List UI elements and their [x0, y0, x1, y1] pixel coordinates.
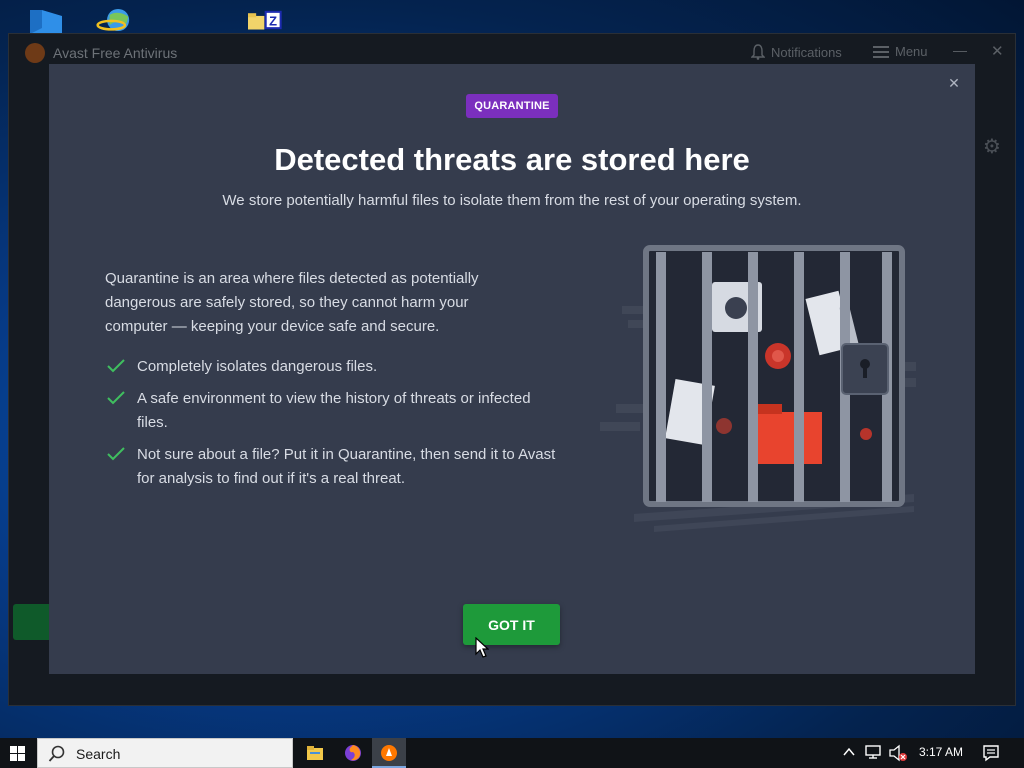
mouse-cursor-icon	[475, 637, 489, 658]
dialog-subtitle: We store potentially harmful files to is…	[222, 192, 802, 209]
notifications-button[interactable]: Notifications	[751, 44, 842, 60]
menu-label: Menu	[895, 44, 928, 59]
minimize-button[interactable]: —	[953, 42, 967, 58]
firefox-icon	[345, 745, 361, 761]
svg-text:Z: Z	[269, 13, 277, 28]
check-icon	[107, 391, 125, 405]
app-primary-button[interactable]	[13, 604, 53, 640]
red-folder	[758, 404, 822, 464]
window-close-button[interactable]: ✕	[991, 42, 1004, 60]
quarantine-jail-illustration	[600, 245, 916, 532]
feature-text: Completely isolates dangerous files.	[137, 358, 378, 375]
feature-item: Not sure about a file? Put it in Quarant…	[105, 443, 565, 491]
windows-logo-icon	[10, 746, 25, 761]
feature-text: Not sure about a file? Put it in Quarant…	[137, 446, 556, 487]
avast-logo-icon	[25, 43, 45, 63]
taskbar: Search 3:17 AM	[0, 738, 1024, 768]
network-icon[interactable]	[864, 744, 882, 760]
start-button[interactable]	[0, 738, 36, 768]
internet-globe-icon[interactable]	[96, 6, 130, 34]
folder-icon[interactable]	[28, 6, 62, 34]
archive-folder-icon[interactable]: Z	[248, 6, 282, 34]
check-icon	[107, 447, 125, 461]
show-hidden-icons-chevron-icon[interactable]	[842, 744, 856, 760]
check-icon	[107, 359, 125, 373]
feature-item: Completely isolates dangerous files.	[105, 355, 565, 379]
search-icon	[48, 745, 65, 762]
padlock-icon	[841, 343, 889, 395]
taskbar-firefox[interactable]	[336, 738, 370, 768]
notifications-label: Notifications	[771, 44, 842, 60]
system-clock[interactable]: 3:17 AM	[912, 745, 970, 759]
taskbar-avast[interactable]	[372, 738, 406, 768]
volume-muted-icon[interactable]	[888, 744, 908, 762]
bell-icon	[751, 44, 765, 60]
hamburger-icon	[873, 45, 889, 58]
search-placeholder: Search	[76, 746, 121, 762]
taskbar-search-box[interactable]: Search	[37, 738, 293, 768]
menu-button[interactable]: Menu	[873, 44, 928, 59]
feature-list: Completely isolates dangerous files. A s…	[105, 355, 565, 499]
action-center-icon[interactable]	[982, 744, 1000, 762]
dialog-headline: Detected threats are stored here	[274, 142, 750, 177]
app-title: Avast Free Antivirus	[53, 45, 178, 61]
file-explorer-icon	[307, 746, 323, 760]
settings-gear-icon[interactable]: ⚙	[983, 134, 1001, 159]
quarantine-description: Quarantine is an area where files detect…	[105, 270, 479, 335]
dialog-close-button[interactable]: ✕	[947, 76, 961, 90]
virus-icon	[765, 343, 791, 369]
quarantine-dialog: ✕ QUARANTINE Detected threats are stored…	[49, 64, 975, 674]
feature-item: A safe environment to view the history o…	[105, 387, 565, 435]
quarantine-badge: QUARANTINE	[466, 94, 558, 118]
feature-text: A safe environment to view the history o…	[137, 390, 531, 431]
virus-icon-small	[716, 418, 732, 434]
avast-icon	[381, 745, 397, 761]
virus-icon-tiny	[860, 428, 872, 440]
taskbar-file-explorer[interactable]	[298, 738, 332, 768]
